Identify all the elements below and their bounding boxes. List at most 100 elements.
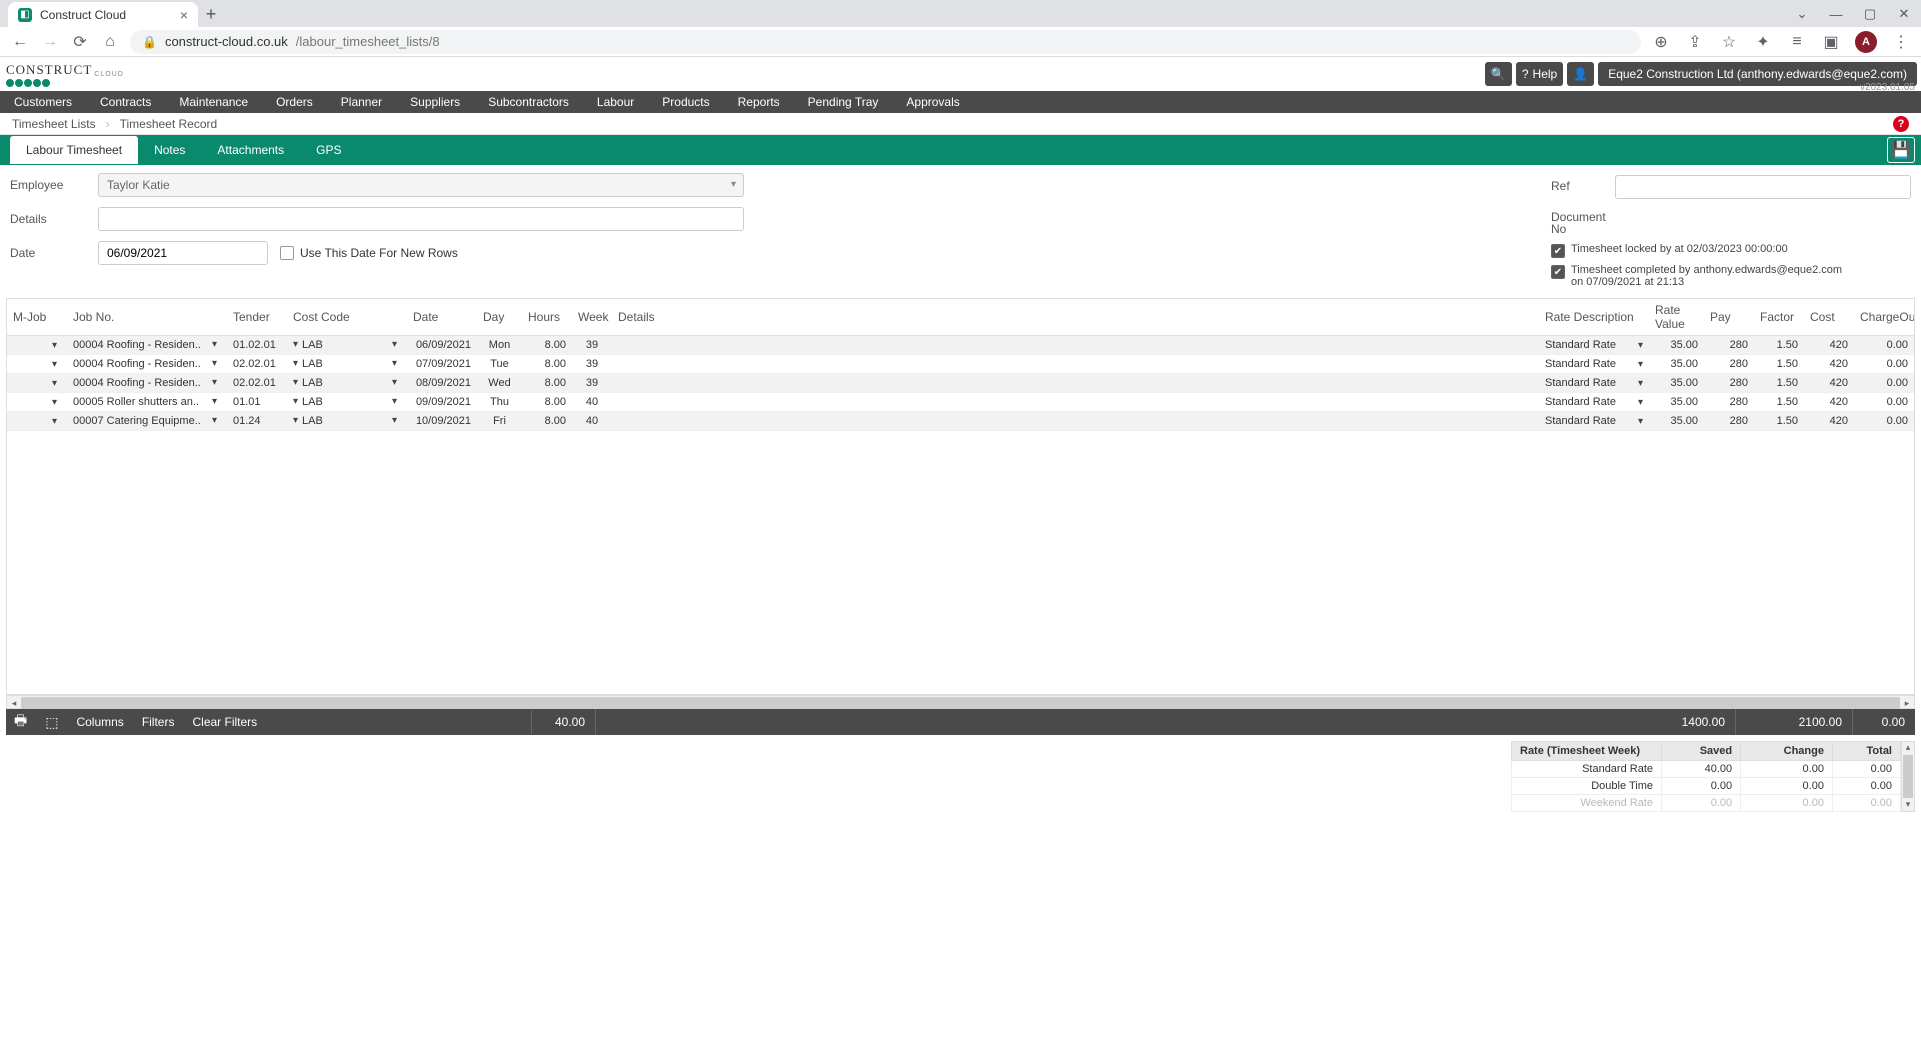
window-dropdown-icon[interactable]: ⌄ xyxy=(1785,1,1819,27)
profile-avatar[interactable]: A xyxy=(1855,31,1877,53)
use-date-checkbox[interactable] xyxy=(280,246,294,260)
table-row[interactable]: ▾00004 Roofing - Residen.. ▾01.02.01▾ LA… xyxy=(7,336,1914,355)
col-costcode[interactable]: Cost Code xyxy=(287,299,407,336)
print-icon[interactable]: 🖶 xyxy=(14,710,27,734)
kebab-icon[interactable]: ⋮ xyxy=(1891,32,1911,52)
browser-tab[interactable]: ◧ Construct Cloud × xyxy=(8,2,198,27)
back-icon[interactable]: ← xyxy=(10,33,30,51)
table-row[interactable]: ▾00004 Roofing - Residen.. ▾02.02.01▾ LA… xyxy=(7,374,1914,393)
logo-subtext: CLOUD xyxy=(94,71,124,78)
nav-approvals[interactable]: Approvals xyxy=(892,91,973,113)
nav-subcontractors[interactable]: Subcontractors xyxy=(474,91,583,113)
ref-input[interactable] xyxy=(1615,175,1911,199)
reload-icon[interactable]: ⟳ xyxy=(70,32,90,52)
clear-filters-button[interactable]: Clear Filters xyxy=(192,715,257,729)
window-close-icon[interactable]: ✕ xyxy=(1887,1,1921,27)
col-pay[interactable]: Pay xyxy=(1704,299,1754,336)
completed-checkbox[interactable]: ✔ xyxy=(1551,265,1565,279)
scroll-up-icon[interactable]: ▴ xyxy=(1902,742,1914,754)
col-chargeout[interactable]: ChargeOut xyxy=(1854,299,1914,336)
share-icon[interactable]: ⇪ xyxy=(1685,32,1705,52)
summary-row: Standard Rate40.000.000.00 xyxy=(1512,761,1901,778)
tab-attachments[interactable]: Attachments xyxy=(201,136,300,164)
save-icon: 💾 xyxy=(1891,140,1911,160)
url-path: /labour_timesheet_lists/8 xyxy=(296,34,440,49)
summary-scrollbar[interactable]: ▴ ▾ xyxy=(1901,741,1915,812)
col-rateval[interactable]: Rate Value xyxy=(1649,299,1704,336)
forward-icon[interactable]: → xyxy=(40,33,60,51)
logo-dots-icon xyxy=(6,79,50,87)
nav-suppliers[interactable]: Suppliers xyxy=(396,91,474,113)
col-jobno[interactable]: Job No. xyxy=(67,299,227,336)
header-user-icon-button[interactable]: 👤 xyxy=(1567,62,1594,86)
scroll-left-icon[interactable]: ◂ xyxy=(7,696,21,710)
favicon-icon: ◧ xyxy=(18,8,32,22)
breadcrumb-timesheet-record[interactable]: Timesheet Record xyxy=(120,117,218,131)
docno-label: Document No xyxy=(1551,207,1607,235)
col-day[interactable]: Day xyxy=(477,299,522,336)
col-mjob[interactable]: M-Job xyxy=(7,299,67,336)
reading-list-icon[interactable]: ≡ xyxy=(1787,33,1807,51)
scroll-right-icon[interactable]: ▸ xyxy=(1900,696,1914,710)
page-help-icon[interactable]: ? xyxy=(1893,116,1909,132)
search-icon: 🔍 xyxy=(1491,67,1506,81)
nav-planner[interactable]: Planner xyxy=(327,91,396,113)
table-row[interactable]: ▾00005 Roller shutters an.. ▾01.01▾ LAB … xyxy=(7,393,1914,412)
employee-label: Employee xyxy=(10,178,98,192)
details-input[interactable] xyxy=(98,207,744,231)
window-maximize-icon[interactable]: ▢ xyxy=(1853,1,1887,27)
table-row[interactable]: ▾00007 Catering Equipme.. ▾01.24▾ LAB ▾1… xyxy=(7,412,1914,431)
locked-checkbox[interactable]: ✔ xyxy=(1551,244,1565,258)
chevron-down-icon: ▾ xyxy=(731,179,736,190)
columns-button[interactable]: Columns xyxy=(76,715,123,729)
col-cost[interactable]: Cost xyxy=(1804,299,1854,336)
tab-close-icon[interactable]: × xyxy=(180,7,188,23)
summary-scroll-thumb[interactable] xyxy=(1903,755,1913,798)
url-host: construct-cloud.co.uk xyxy=(165,34,288,49)
nav-products[interactable]: Products xyxy=(648,91,723,113)
col-factor[interactable]: Factor xyxy=(1754,299,1804,336)
summary-row: Weekend Rate0.000.000.00 xyxy=(1512,795,1901,812)
tab-gps[interactable]: GPS xyxy=(300,136,357,164)
window-minimize-icon[interactable]: — xyxy=(1819,1,1853,27)
save-button[interactable]: 💾 xyxy=(1887,137,1915,163)
help-label: Help xyxy=(1533,67,1558,81)
nav-labour[interactable]: Labour xyxy=(583,91,648,113)
breadcrumb-sep-icon: › xyxy=(106,117,110,131)
scroll-thumb[interactable] xyxy=(21,697,1900,709)
extension-icon[interactable]: ✦ xyxy=(1753,32,1773,52)
col-details[interactable]: Details xyxy=(612,299,1539,336)
zoom-icon[interactable]: ⊕ xyxy=(1651,32,1671,52)
nav-orders[interactable]: Orders xyxy=(262,91,327,113)
grid-footer-bar: 🖶 ⬚ Columns Filters Clear Filters 40.00 … xyxy=(6,709,1915,735)
col-hours[interactable]: Hours xyxy=(522,299,572,336)
tab-labour-timesheet[interactable]: Labour Timesheet xyxy=(10,136,138,164)
table-row[interactable]: ▾00004 Roofing - Residen.. ▾02.02.01▾ LA… xyxy=(7,355,1914,374)
nav-maintenance[interactable]: Maintenance xyxy=(165,91,262,113)
col-tender[interactable]: Tender xyxy=(227,299,287,336)
grid-horizontal-scrollbar[interactable]: ◂ ▸ xyxy=(6,695,1915,709)
app-header: CONSTRUCT CLOUD 🔍 ?Help 👤 Eque2 Construc… xyxy=(0,57,1921,91)
breadcrumb-timesheet-lists[interactable]: Timesheet Lists xyxy=(12,117,96,131)
tab-overview-icon[interactable]: ▣ xyxy=(1821,32,1841,52)
new-tab-button[interactable]: + xyxy=(198,1,224,27)
nav-reports[interactable]: Reports xyxy=(724,91,794,113)
filters-button[interactable]: Filters xyxy=(142,715,175,729)
col-ratedesc[interactable]: Rate Description xyxy=(1539,299,1649,336)
bookmark-icon[interactable]: ☆ xyxy=(1719,32,1739,52)
header-search-button[interactable]: 🔍 xyxy=(1485,62,1512,86)
nav-contracts[interactable]: Contracts xyxy=(86,91,165,113)
footer-total-hours: 40.00 xyxy=(532,709,596,735)
url-bar[interactable]: 🔒 construct-cloud.co.uk/labour_timesheet… xyxy=(130,30,1641,54)
date-input[interactable] xyxy=(98,241,268,265)
nav-customers[interactable]: Customers xyxy=(0,91,86,113)
header-help-button[interactable]: ?Help xyxy=(1516,62,1563,86)
tab-notes[interactable]: Notes xyxy=(138,136,201,164)
scroll-down-icon[interactable]: ▾ xyxy=(1902,799,1914,811)
home-icon[interactable]: ⌂ xyxy=(100,33,120,51)
employee-select[interactable]: Taylor Katie ▾ xyxy=(98,173,744,197)
nav-pending-tray[interactable]: Pending Tray xyxy=(794,91,893,113)
excel-export-icon[interactable]: ⬚ xyxy=(45,714,58,731)
col-date[interactable]: Date xyxy=(407,299,477,336)
col-week[interactable]: Week xyxy=(572,299,612,336)
